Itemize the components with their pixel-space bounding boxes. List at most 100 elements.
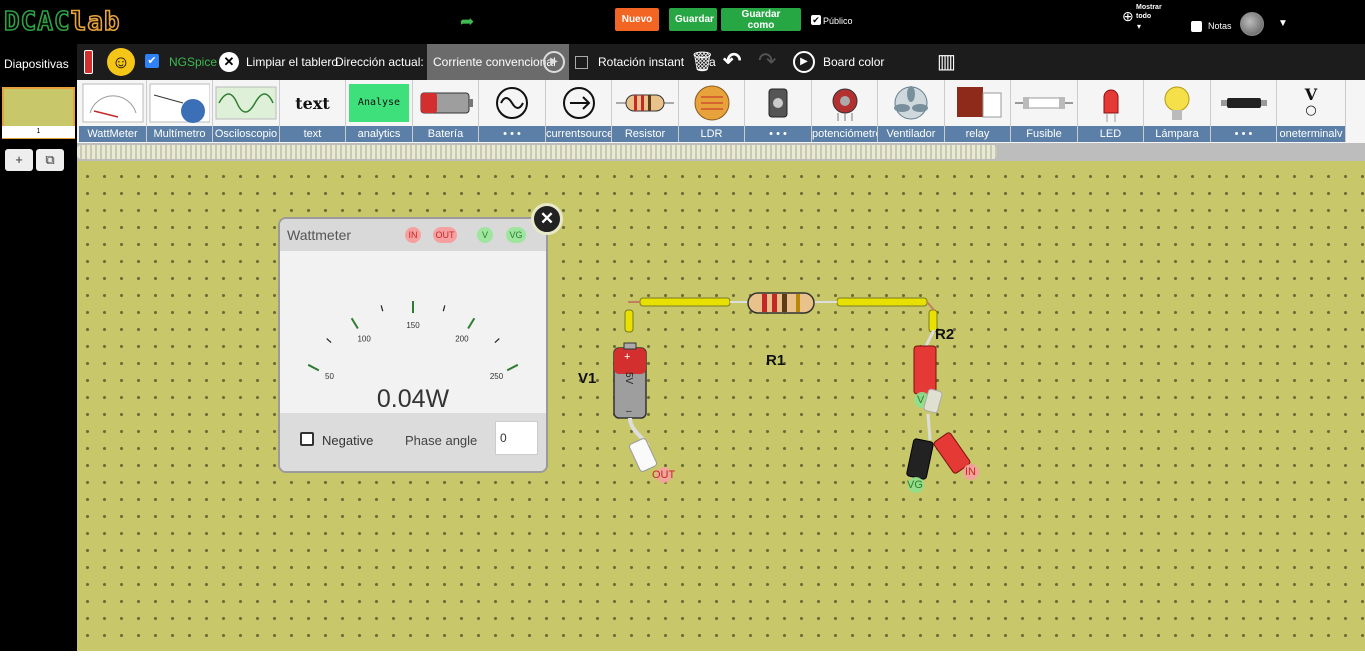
palette-item-fuse[interactable]: Fusible [1011, 80, 1078, 142]
palette-label: LDR [679, 126, 744, 142]
gauge-scale-label: 100 [357, 335, 371, 344]
show-all-line2: todo [1136, 13, 1152, 20]
palette-label: Fusible [1011, 126, 1077, 142]
slide-number: 1 [2, 126, 75, 138]
redo-icon[interactable]: ↷ [758, 48, 776, 74]
run-icon[interactable]: ▶ [793, 51, 815, 73]
ldr-icon [681, 81, 742, 125]
trash-suffix: a [709, 55, 716, 69]
palette-label: Multímetro [147, 126, 212, 142]
palette-item-switch[interactable]: • • • [745, 80, 812, 142]
notes-label: Notas [1208, 21, 1232, 31]
gauge-tick [326, 338, 332, 344]
port-in[interactable]: IN [405, 227, 421, 243]
current-source-icon [548, 81, 609, 125]
palette-item-led[interactable]: LED [1078, 80, 1144, 142]
palette-scrollbar[interactable] [77, 143, 1365, 161]
gauge-tick [307, 363, 320, 372]
gauge-scale-label: 200 [455, 335, 469, 344]
palette-item-text[interactable]: text text [280, 80, 346, 142]
switch-icon [747, 81, 809, 125]
component-palette: WattMeter Multímetro Osciloscopio text text A… [77, 80, 1365, 143]
palette-item-ac-source[interactable]: • • • [479, 80, 546, 142]
palette-item-battery[interactable]: Batería [413, 80, 479, 142]
palette-item-analyse[interactable]: Analyse analytics [346, 80, 413, 142]
palette-item-fan[interactable]: Ventilador [878, 80, 945, 142]
port-v[interactable]: V [477, 227, 493, 243]
bottom-margin [0, 651, 1365, 658]
breadboard[interactable] [77, 161, 1365, 651]
wattmeter-icon [81, 81, 144, 125]
palette-item-resistor[interactable]: Resistor [612, 80, 679, 142]
user-menu-caret-icon[interactable]: ▼ [1278, 18, 1288, 29]
new-button[interactable]: Nuevo [615, 8, 659, 31]
layout-icon[interactable]: ▥ [937, 49, 956, 74]
user-avatar[interactable] [1240, 12, 1264, 36]
palette-item-oscilloscope[interactable]: Osciloscopio [213, 80, 280, 142]
clear-board-icon[interactable]: ✕ [219, 52, 239, 72]
palette-label: text [280, 126, 345, 142]
oscilloscope-icon [215, 81, 277, 125]
negative-checkbox[interactable] [300, 432, 314, 446]
port-out[interactable]: OUT [433, 227, 457, 243]
logo-lab: lab [70, 6, 121, 38]
app: DCAClab ➦ Nuevo Guardar Guardar como ✔ P… [0, 0, 1365, 658]
fuse-icon [1013, 81, 1075, 125]
palette-label: potenciómetro [812, 126, 877, 142]
analyse-icon-box: Analyse [349, 84, 409, 122]
show-all-caret-icon[interactable]: ▾ [1137, 22, 1141, 31]
negative-label: Negative [322, 433, 374, 448]
palette-label: LED [1078, 126, 1143, 142]
multimeter-icon [149, 81, 210, 125]
clear-board-button[interactable]: Limpiar el tablero [246, 55, 338, 69]
board-color-button[interactable]: Board color [823, 55, 884, 69]
probe-in-label: IN [965, 466, 976, 478]
palette-item-lamp[interactable]: Lámpara [1144, 80, 1211, 142]
wattmeter-header[interactable]: Wattmeter IN OUT V VG [280, 219, 546, 251]
current-direction-select[interactable]: Corriente convencional ▶ [427, 44, 569, 80]
gauge-scale-label: 250 [490, 372, 504, 381]
copy-slide-button[interactable]: ⧉ [36, 149, 64, 171]
public-checkbox[interactable]: ✔ [811, 15, 821, 25]
smiley-icon[interactable]: ☺ [107, 48, 135, 76]
probe-vg-label: VG [907, 479, 923, 491]
palette-item-component[interactable]: • • • [1211, 80, 1277, 142]
port-vg[interactable]: VG [506, 227, 526, 243]
zoom-fit-icon[interactable]: ⊕ [1122, 8, 1134, 25]
play-icon[interactable]: ▶ [543, 51, 565, 73]
ngspice-checkbox[interactable]: ✔ [145, 54, 159, 68]
battery-toggle-icon[interactable] [84, 50, 93, 74]
share-icon[interactable]: ➦ [460, 12, 474, 32]
gauge-tick [494, 338, 500, 344]
show-all-button[interactable]: Mostrar todo [1136, 3, 1162, 21]
palette-item-wattmeter[interactable]: WattMeter [79, 80, 147, 142]
gauge-tick [442, 305, 446, 312]
add-slide-button[interactable]: + [5, 149, 33, 171]
public-label: Público [823, 16, 853, 26]
palette-scroll-thumb[interactable] [77, 145, 997, 159]
label-r1: R1 [766, 352, 786, 369]
wattmeter-panel[interactable]: Wattmeter IN OUT V VG 050100150200250300… [278, 217, 548, 473]
save-button[interactable]: Guardar [669, 8, 717, 31]
phase-angle-input[interactable]: 0 [495, 421, 538, 455]
palette-item-relay[interactable]: relay [945, 80, 1011, 142]
palette-item-one-terminal[interactable]: V ○ oneterminalv [1277, 80, 1346, 142]
rotation-checkbox[interactable] [575, 56, 588, 69]
palette-label: currentsource [546, 126, 611, 142]
palette-item-potentiometer[interactable]: potenciómetro [812, 80, 878, 142]
undo-icon[interactable]: ↶ [723, 48, 741, 74]
wattmeter-title: Wattmeter [287, 227, 352, 243]
close-icon[interactable]: ✕ [531, 203, 563, 235]
show-all-line1: Mostrar [1136, 4, 1162, 11]
palette-item-multimeter[interactable]: Multímetro [147, 80, 213, 142]
notes-checkbox[interactable] [1191, 21, 1202, 32]
dcaclab-logo[interactable]: DCAClab [3, 6, 121, 38]
relay-icon [947, 81, 1008, 125]
phase-angle-label: Phase angle [405, 433, 478, 448]
wattmeter-gauge: 050100150200250300 [307, 301, 519, 381]
palette-item-current-source[interactable]: currentsource [546, 80, 612, 142]
palette-label: oneterminalv [1277, 126, 1345, 142]
save-as-button[interactable]: Guardar como [721, 8, 801, 31]
palette-item-ldr[interactable]: LDR [679, 80, 745, 142]
component-icon [1213, 81, 1274, 125]
